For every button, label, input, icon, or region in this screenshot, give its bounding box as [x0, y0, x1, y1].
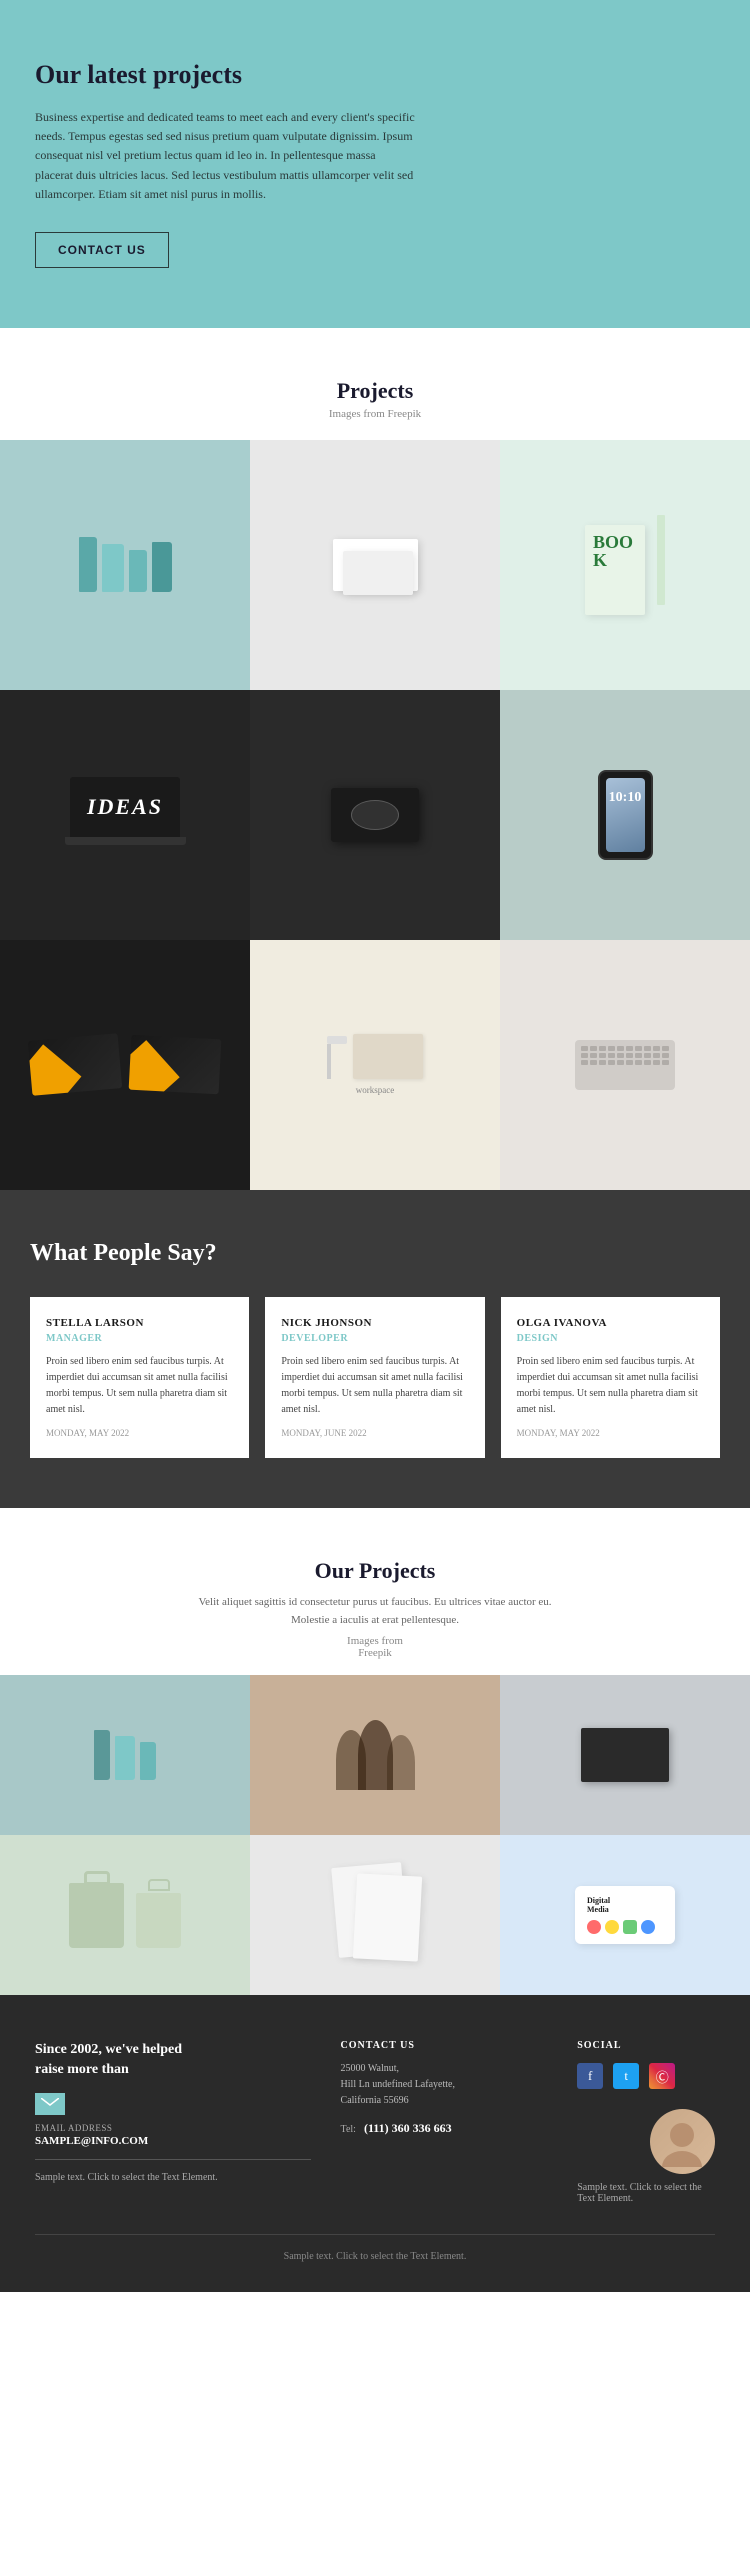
our-projects-grid: DigitalMedia: [0, 1675, 750, 1995]
testimonials-section: What People Say? STELLA LARSON MANAGER P…: [0, 1190, 750, 1508]
testimonial-card-0: STELLA LARSON MANAGER Proin sed libero e…: [30, 1297, 249, 1458]
footer-col-3: SOCIAL f t Ⓒ Sample text. Click to selec…: [577, 2040, 715, 2204]
footer-grid: Since 2002, we've helpedraise more than …: [35, 2040, 715, 2204]
testimonial-date-0: MONDAY, MAY 2022: [46, 1428, 233, 1438]
footer-divider: [35, 2159, 311, 2160]
hero-section: Our latest projects Business expertise a…: [0, 0, 750, 328]
our-project-cell-3[interactable]: [500, 1675, 750, 1835]
footer-tel: (111) 360 336 663: [364, 2121, 452, 2135]
footer-tagline: Since 2002, we've helpedraise more than: [35, 2040, 311, 2079]
testimonial-role-1: DEVELOPER: [281, 1333, 468, 1344]
our-project-cell-2[interactable]: [250, 1675, 500, 1835]
email-value: SAMPLE@INFO.COM: [35, 2135, 311, 2147]
testimonial-text-1: Proin sed libero enim sed faucibus turpi…: [281, 1354, 468, 1418]
testimonial-role-2: DESIGN: [517, 1333, 704, 1344]
images-from-label: Images fromFreepik: [0, 1635, 750, 1659]
project-cell-5[interactable]: [250, 690, 500, 940]
footer-address: 25000 Walnut,Hill Ln undefined Lafayette…: [341, 2061, 548, 2109]
instagram-icon[interactable]: Ⓒ: [649, 2063, 675, 2089]
project-cell-9[interactable]: [500, 940, 750, 1190]
testimonial-name-1: NICK JHONSON: [281, 1317, 468, 1329]
project-cell-1[interactable]: [0, 440, 250, 690]
projects-grid: BOOK IDEas: [0, 440, 750, 1190]
projects-title: Projects: [0, 378, 750, 404]
project-cell-8[interactable]: workspace: [250, 940, 500, 1190]
social-title: SOCIAL: [577, 2040, 715, 2051]
footer-bottom: Sample text. Click to select the Text El…: [35, 2234, 715, 2262]
testimonial-text-2: Proin sed libero enim sed faucibus turpi…: [517, 1354, 704, 1418]
projects-subtitle: Images from Freepik: [0, 408, 750, 420]
our-projects-section: Our Projects Velit aliquet sagittis id c…: [0, 1508, 750, 1995]
facebook-icon[interactable]: f: [577, 2063, 603, 2089]
email-label: EMAIL ADDRESS: [35, 2123, 311, 2133]
email-icon: [35, 2093, 65, 2115]
testimonial-text-0: Proin sed libero enim sed faucibus turpi…: [46, 1354, 233, 1418]
our-projects-description: Velit aliquet sagittis id consectetur pu…: [185, 1594, 565, 1629]
testimonial-role-0: MANAGER: [46, 1333, 233, 1344]
project-cell-7[interactable]: [0, 940, 250, 1190]
project-cell-6[interactable]: 10:10: [500, 690, 750, 940]
footer-col-1: Since 2002, we've helpedraise more than …: [35, 2040, 311, 2204]
testimonials-title: What People Say?: [30, 1240, 720, 1267]
footer: Since 2002, we've helpedraise more than …: [0, 1995, 750, 2292]
project-cell-2[interactable]: [250, 440, 500, 690]
our-project-cell-4[interactable]: [0, 1835, 250, 1995]
footer-sample-text: Sample text. Click to select the Text El…: [35, 2172, 311, 2183]
projects-section: Projects Images from Freepik: [0, 328, 750, 1190]
footer-contact-title: CONTACT US: [341, 2040, 548, 2051]
our-project-cell-1[interactable]: [0, 1675, 250, 1835]
our-project-cell-5[interactable]: [250, 1835, 500, 1995]
our-projects-title: Our Projects: [0, 1558, 750, 1584]
testimonial-name-2: OLGA IVANOVA: [517, 1317, 704, 1329]
testimonial-card-2: OLGA IVANOVA DESIGN Proin sed libero eni…: [501, 1297, 720, 1458]
twitter-icon[interactable]: t: [613, 2063, 639, 2089]
footer-tel-label: Tel:: [341, 2124, 356, 2135]
testimonial-name-0: STELLA LARSON: [46, 1317, 233, 1329]
footer-bottom-text: Sample text. Click to select the Text El…: [35, 2251, 715, 2262]
footer-col-2: CONTACT US 25000 Walnut,Hill Ln undefine…: [341, 2040, 548, 2204]
testimonial-date-2: MONDAY, MAY 2022: [517, 1428, 704, 1438]
social-icons: f t Ⓒ: [577, 2063, 715, 2089]
testimonial-card-1: NICK JHONSON DEVELOPER Proin sed libero …: [265, 1297, 484, 1458]
our-project-cell-6[interactable]: DigitalMedia: [500, 1835, 750, 1995]
contact-us-button[interactable]: CONTACT US: [35, 232, 169, 268]
testimonials-grid: STELLA LARSON MANAGER Proin sed libero e…: [30, 1297, 720, 1458]
project-cell-4[interactable]: IDEas: [0, 690, 250, 940]
hero-description: Business expertise and dedicated teams t…: [35, 108, 415, 204]
hero-title: Our latest projects: [35, 60, 715, 90]
avatar: [650, 2109, 715, 2174]
testimonial-date-1: MONDAY, JUNE 2022: [281, 1428, 468, 1438]
envelope-icon: [41, 2098, 59, 2110]
footer-sample-text-2: Sample text. Click to select the Text El…: [577, 2182, 715, 2204]
project-cell-3[interactable]: BOOK: [500, 440, 750, 690]
